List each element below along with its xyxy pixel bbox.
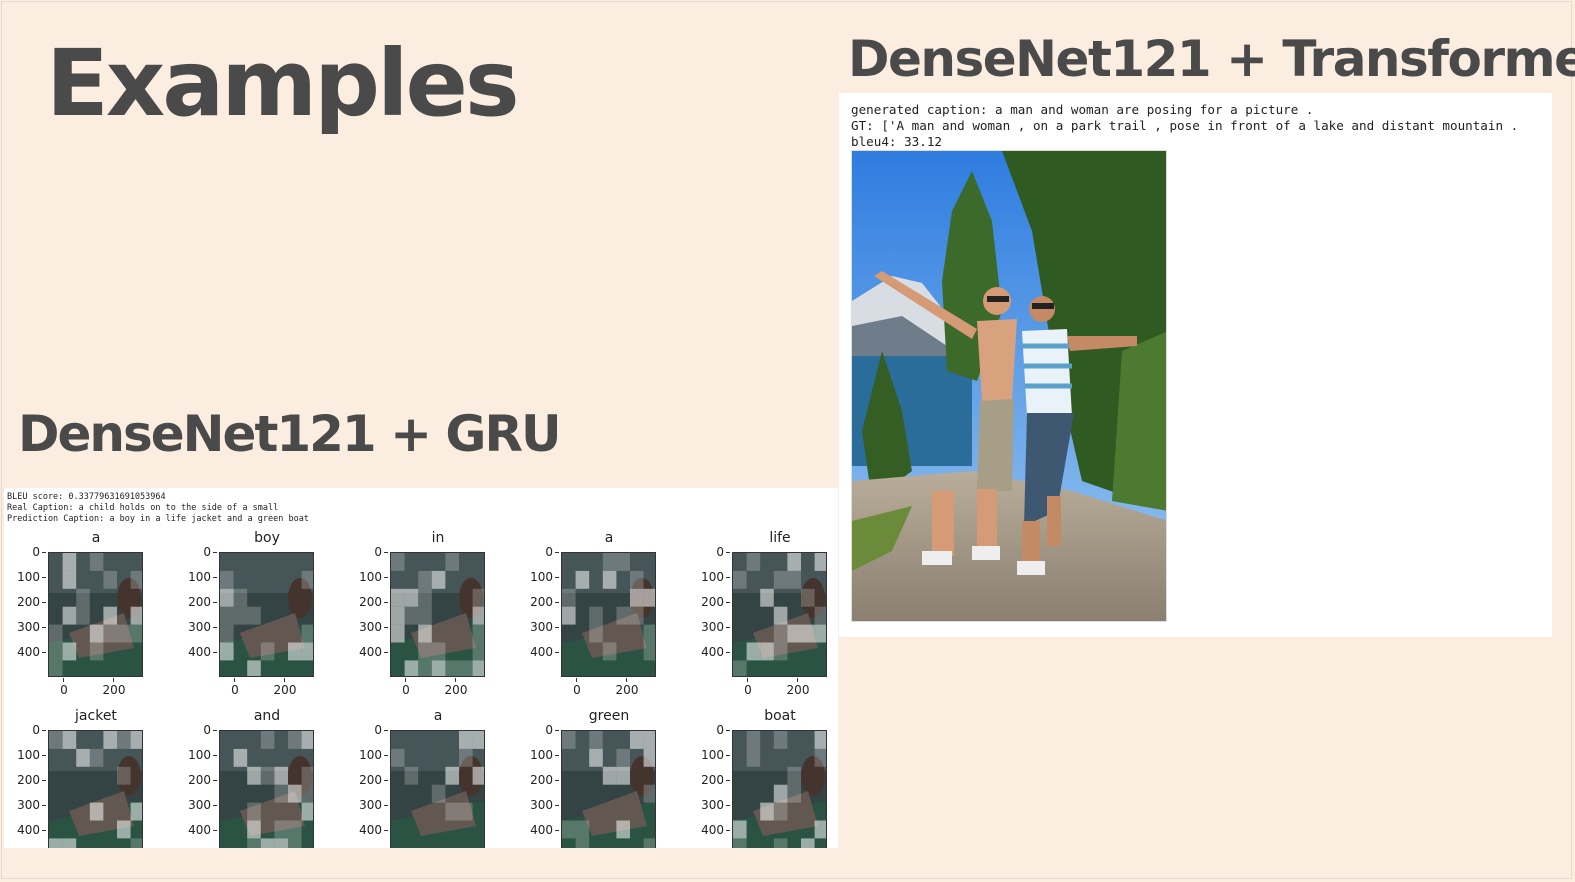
attention-heatmap-image	[48, 552, 143, 677]
y-tick-label: 300	[517, 620, 559, 634]
attention-word: and	[253, 708, 281, 724]
attention-heatmap-image	[561, 730, 656, 848]
y-tick-label: 300	[175, 620, 217, 634]
attention-word: boat	[764, 708, 796, 724]
y-tick-label: 100	[517, 748, 559, 762]
attention-map: green 0 100 200 300 400	[517, 666, 688, 848]
y-tick-label: 200	[517, 595, 559, 609]
y-tick-label: 100	[175, 748, 217, 762]
attention-map: a 0 100 200 300 400	[346, 666, 517, 848]
y-tick-label: 100	[517, 570, 559, 584]
y-tick-label: 0	[688, 545, 730, 559]
y-tick-label: 200	[4, 595, 46, 609]
attention-map: a 0 100 200 300 400 0 200	[517, 488, 688, 697]
attention-word: jacket	[75, 708, 117, 724]
attention-map: life 0 100 200 300 400 0 200	[688, 488, 838, 697]
y-tick-label: 0	[346, 723, 388, 737]
y-tick-label: 400	[517, 823, 559, 837]
attention-map: boy 0 100 200 300 400 0 200	[175, 488, 346, 697]
y-tick-label: 200	[688, 773, 730, 787]
attention-heatmap-image	[390, 552, 485, 677]
y-tick-label: 200	[175, 773, 217, 787]
slide-title: Examples	[46, 30, 520, 137]
y-tick-label: 100	[175, 570, 217, 584]
gru-attention-figure: BLEU score: 0.33779631691053964 Real Cap…	[4, 488, 838, 848]
attention-word: life	[769, 530, 791, 546]
y-tick-label: 0	[346, 545, 388, 559]
y-tick-label: 0	[517, 723, 559, 737]
y-tick-label: 300	[688, 620, 730, 634]
y-tick-label: 300	[175, 798, 217, 812]
y-tick-label: 300	[4, 620, 46, 634]
y-tick-label: 0	[517, 545, 559, 559]
y-tick-label: 100	[688, 748, 730, 762]
y-tick-label: 100	[688, 570, 730, 584]
y-tick-label: 400	[517, 645, 559, 659]
y-tick-label: 0	[4, 545, 46, 559]
y-tick-label: 400	[4, 823, 46, 837]
y-tick-label: 300	[517, 798, 559, 812]
attention-map: boat 0 100 200 300 400	[688, 666, 838, 848]
y-tick-label: 0	[688, 723, 730, 737]
y-tick-label: 0	[175, 545, 217, 559]
attention-map: jacket 0 100 200 300 400	[4, 666, 175, 848]
transformer-bleu4: bleu4: 33.12	[851, 134, 942, 149]
attention-word: a	[433, 708, 443, 724]
y-tick-label: 100	[4, 570, 46, 584]
attention-word: green	[588, 708, 630, 724]
y-tick-label: 100	[4, 748, 46, 762]
y-tick-label: 400	[346, 823, 388, 837]
y-tick-label: 400	[688, 645, 730, 659]
attention-word: a	[604, 530, 614, 546]
y-tick-label: 400	[175, 645, 217, 659]
transformer-heading: DenseNet121 + Transformer	[848, 30, 1575, 88]
y-tick-label: 0	[175, 723, 217, 737]
y-tick-label: 200	[4, 773, 46, 787]
y-tick-label: 200	[346, 595, 388, 609]
attention-heatmap-image	[732, 552, 827, 677]
attention-heatmap-image	[390, 730, 485, 848]
y-tick-label: 300	[4, 798, 46, 812]
attention-heatmap-image	[219, 552, 314, 677]
y-tick-label: 100	[346, 570, 388, 584]
gru-heading: DenseNet121 + GRU	[18, 405, 562, 463]
y-tick-label: 400	[175, 823, 217, 837]
y-tick-label: 400	[346, 645, 388, 659]
attention-heatmap-image	[219, 730, 314, 848]
y-tick-label: 200	[346, 773, 388, 787]
attention-map: and 0 100 200 300 400	[175, 666, 346, 848]
y-tick-label: 100	[346, 748, 388, 762]
transformer-ground-truth: GT: ['A man and woman , on a park trail …	[851, 118, 1519, 133]
attention-heatmap-image	[732, 730, 827, 848]
y-tick-label: 200	[688, 595, 730, 609]
y-tick-label: 400	[688, 823, 730, 837]
attention-word: boy	[254, 530, 280, 546]
attention-map: in 0 100 200 300 400 0 200	[346, 488, 517, 697]
y-tick-label: 300	[688, 798, 730, 812]
attention-heatmap-image	[48, 730, 143, 848]
y-tick-label: 200	[517, 773, 559, 787]
transformer-caption-block: generated caption: a man and woman are p…	[851, 102, 1518, 150]
transformer-example-figure: generated caption: a man and woman are p…	[839, 93, 1552, 637]
attention-word: a	[91, 530, 101, 546]
y-tick-label: 0	[4, 723, 46, 737]
y-tick-label: 300	[346, 620, 388, 634]
y-tick-label: 300	[346, 798, 388, 812]
transformer-generated-caption: generated caption: a man and woman are p…	[851, 102, 1314, 117]
couple-on-trail-photo	[851, 150, 1167, 622]
y-tick-label: 400	[4, 645, 46, 659]
attention-heatmap-image	[561, 552, 656, 677]
y-tick-label: 200	[175, 595, 217, 609]
attention-word: in	[431, 530, 445, 546]
attention-map: a 0 100 200 300 400 0 200	[4, 488, 175, 697]
